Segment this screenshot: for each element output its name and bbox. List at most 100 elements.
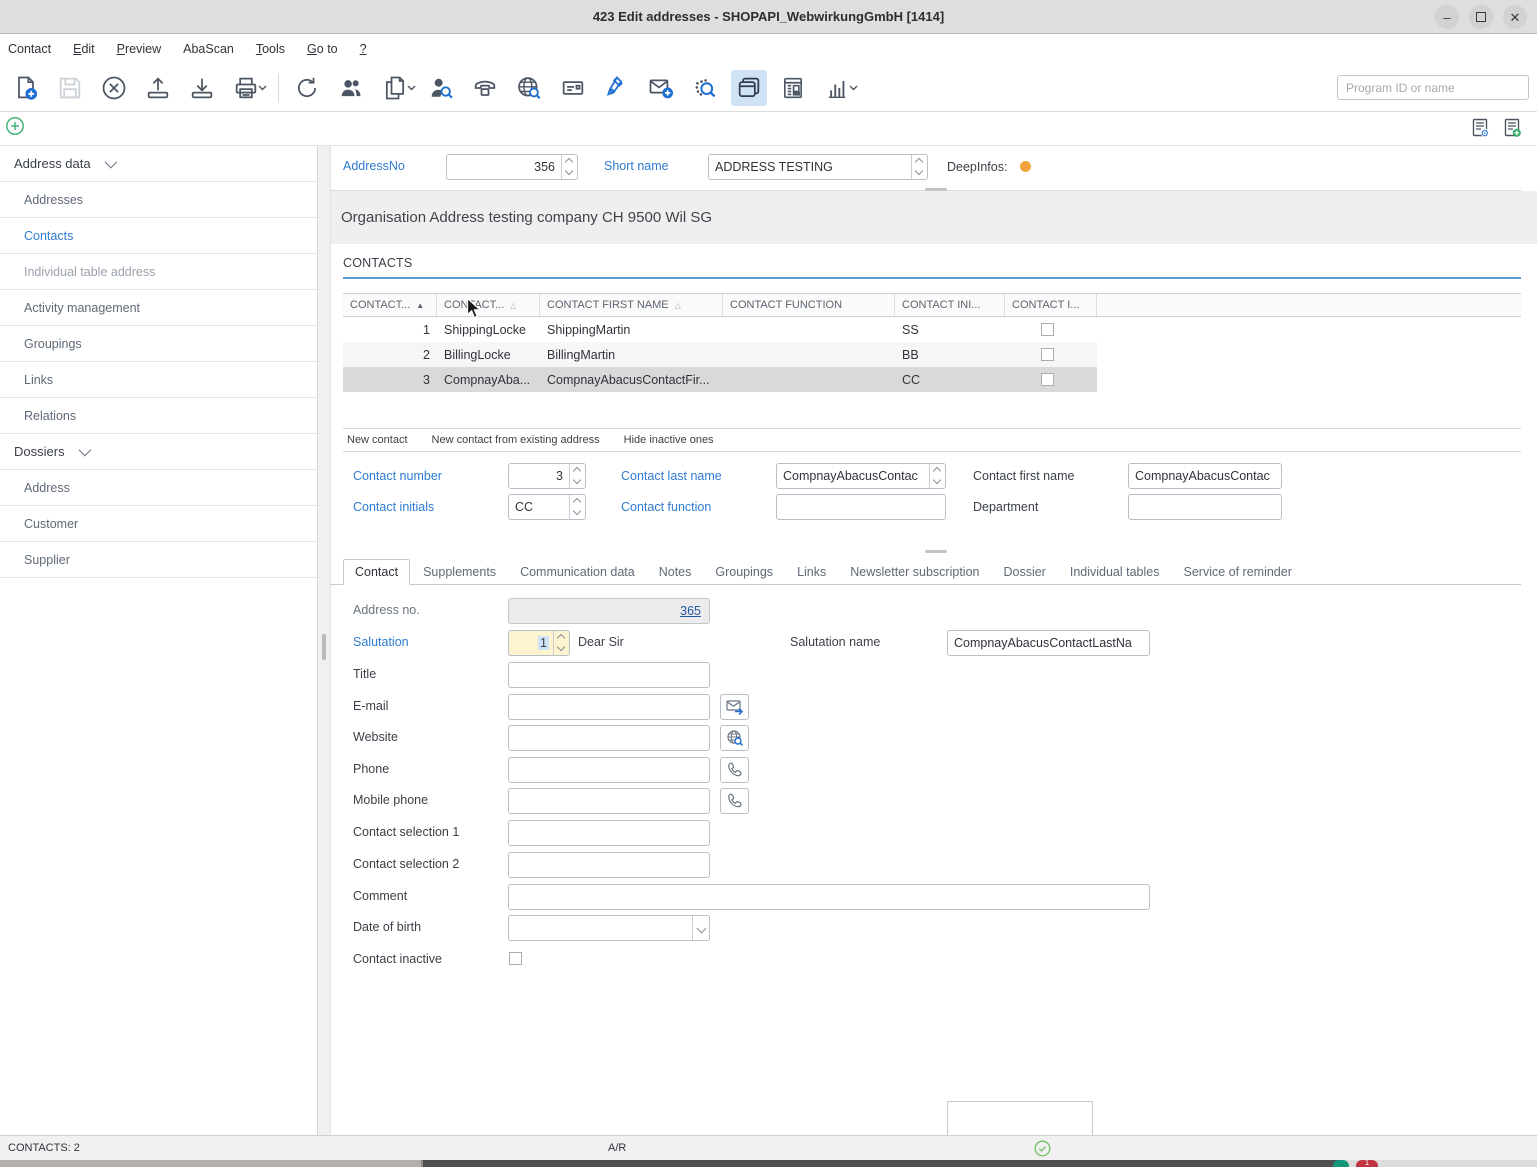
tab-groupings[interactable]: Groupings — [704, 560, 784, 584]
sidebar-item-links[interactable]: Links — [0, 362, 317, 398]
taskbar-badge[interactable]: 1 — [1356, 1160, 1378, 1167]
menu-goto[interactable]: Go to — [307, 42, 338, 56]
tab-supplements[interactable]: Supplements — [412, 560, 507, 584]
add-record-icon[interactable] — [5, 116, 25, 136]
column-header-contact-function[interactable]: CONTACT FUNCTION — [723, 294, 895, 316]
department-field[interactable] — [1128, 494, 1282, 520]
column-header-contact-number[interactable]: CONTACT...▲ — [343, 294, 437, 316]
tab-communication-data[interactable]: Communication data — [509, 560, 646, 584]
tab-individual-tables[interactable]: Individual tables — [1059, 560, 1171, 584]
tab-service-of-reminder[interactable]: Service of reminder — [1173, 560, 1303, 584]
sidebar-item-customer[interactable]: Customer — [0, 506, 317, 542]
close-button[interactable]: ✕ — [1503, 5, 1527, 29]
window-settings-icon[interactable]: ⚙ — [1471, 117, 1491, 139]
website-field[interactable] — [508, 725, 710, 751]
minimize-button[interactable]: – — [1435, 5, 1459, 29]
column-header-contact-first-name[interactable]: CONTACT FIRST NAME△ — [540, 294, 723, 316]
taskbar-app-icon[interactable] — [1333, 1160, 1349, 1167]
new-mail-icon[interactable] — [643, 70, 679, 106]
spinner-buttons[interactable] — [911, 155, 927, 179]
import-icon[interactable] — [184, 70, 220, 106]
web-search-icon[interactable] — [511, 70, 547, 106]
table-row-selected[interactable]: 3 CompnayAba... CompnayAbacusContactFir.… — [343, 367, 1521, 392]
sidebar-item-address[interactable]: Address — [0, 470, 317, 506]
date-of-birth-combo[interactable] — [508, 915, 710, 941]
contact-initials-stepper[interactable] — [508, 494, 586, 520]
menu-help[interactable]: ? — [360, 42, 367, 56]
refresh-icon[interactable] — [289, 70, 325, 106]
addressno-stepper[interactable] — [446, 154, 578, 180]
tab-links[interactable]: Links — [786, 560, 837, 584]
menu-abascan[interactable]: AbaScan — [183, 42, 234, 56]
copy-dropdown-icon[interactable] — [407, 85, 417, 91]
salutation-stepper[interactable]: 1 — [508, 630, 570, 656]
menu-preview[interactable]: Preview — [117, 42, 161, 56]
chevron-down-icon[interactable] — [692, 916, 709, 940]
sidebar-section-address-data[interactable]: Address data — [0, 146, 317, 182]
sidebar-item-addresses[interactable]: Addresses — [0, 182, 317, 218]
search-person-icon[interactable] — [423, 70, 459, 106]
statistics-dropdown-icon[interactable] — [849, 85, 859, 91]
tab-dossier[interactable]: Dossier — [992, 560, 1056, 584]
spinner-buttons[interactable] — [561, 155, 577, 179]
contact-function-field[interactable] — [776, 494, 946, 520]
column-header-contact-lastname[interactable]: CONTACT...△ — [437, 294, 540, 316]
table-row[interactable]: 1 ShippingLocke ShippingMartin SS — [343, 317, 1521, 342]
splitter-grip[interactable] — [322, 634, 326, 660]
sidebar-item-contacts[interactable]: Contacts — [0, 218, 317, 254]
spinner-buttons[interactable] — [569, 495, 585, 519]
horizontal-splitter-grip[interactable] — [925, 550, 947, 553]
deep-search-icon[interactable] — [687, 70, 723, 106]
spinner-buttons[interactable] — [553, 631, 569, 655]
menu-contact[interactable]: Contact — [8, 42, 51, 56]
new-contact-link[interactable]: New contact — [347, 434, 408, 446]
menu-tools[interactable]: Tools — [256, 42, 285, 56]
send-email-button[interactable] — [720, 694, 749, 720]
short-name-stepper[interactable] — [708, 154, 928, 180]
address-card-icon[interactable] — [555, 70, 591, 106]
sidebar-item-groupings[interactable]: Groupings — [0, 326, 317, 362]
tab-notes[interactable]: Notes — [648, 560, 703, 584]
new-document-icon[interactable] — [8, 70, 44, 106]
inactive-checkbox[interactable] — [1041, 373, 1054, 386]
new-contact-from-existing-link[interactable]: New contact from existing address — [432, 434, 600, 446]
pane-splitter[interactable] — [318, 146, 331, 1135]
salutation-name-field[interactable] — [947, 630, 1150, 656]
sidebar-item-relations[interactable]: Relations — [0, 398, 317, 434]
export-icon[interactable] — [140, 70, 176, 106]
contact-last-name-stepper[interactable] — [776, 463, 946, 489]
spinner-buttons[interactable] — [929, 464, 945, 488]
window-view-icon[interactable] — [731, 70, 767, 106]
hide-inactive-link[interactable]: Hide inactive ones — [624, 434, 714, 446]
maximize-button[interactable] — [1469, 5, 1493, 29]
comment-field[interactable] — [508, 884, 1150, 910]
mobile-phone-field[interactable] — [508, 788, 710, 814]
address-no-link[interactable]: 365 — [680, 604, 701, 618]
call-mobile-button[interactable] — [720, 788, 749, 814]
column-header-contact-initials[interactable]: CONTACT INI... — [895, 294, 1005, 316]
title-field[interactable] — [508, 662, 710, 688]
email-field[interactable] — [508, 694, 710, 720]
contact-first-name-field[interactable] — [1128, 463, 1282, 489]
phone-field[interactable] — [508, 757, 710, 783]
sidebar-item-individual-table-address[interactable]: Individual table address — [0, 254, 317, 290]
save-icon[interactable] — [52, 70, 88, 106]
spinner-buttons[interactable] — [569, 464, 585, 488]
signature-pen-icon[interactable] — [599, 70, 635, 106]
program-search-input[interactable] — [1337, 75, 1529, 100]
cancel-icon[interactable] — [96, 70, 132, 106]
table-row[interactable]: 2 BillingLocke BillingMartin BB — [343, 342, 1521, 367]
window-add-icon[interactable] — [1503, 117, 1523, 139]
inactive-checkbox[interactable] — [1041, 323, 1054, 336]
open-website-button[interactable] — [720, 725, 749, 751]
tab-contact[interactable]: Contact — [343, 559, 410, 585]
contact-inactive-checkbox[interactable] — [509, 952, 522, 965]
sidebar-item-activity-management[interactable]: Activity management — [0, 290, 317, 326]
call-phone-button[interactable] — [720, 757, 749, 783]
sidebar-section-dossiers[interactable]: Dossiers — [0, 434, 317, 470]
form-view-icon[interactable] — [775, 70, 811, 106]
phone-directory-icon[interactable] — [467, 70, 503, 106]
contact-selection-2-field[interactable] — [508, 852, 710, 878]
contact-selection-1-field[interactable] — [508, 820, 710, 846]
sidebar-item-supplier[interactable]: Supplier — [0, 542, 317, 578]
